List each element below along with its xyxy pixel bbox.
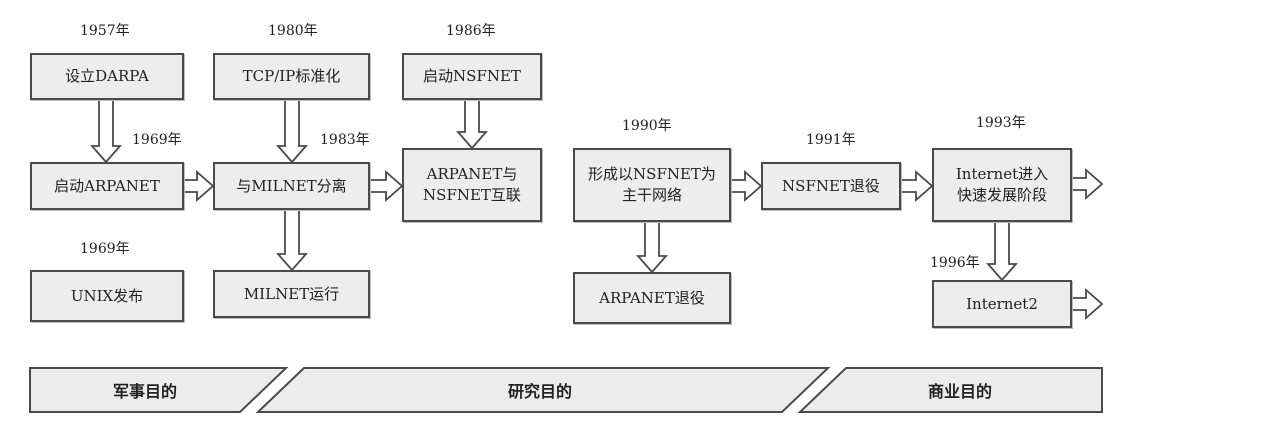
phase-label-military: 军事目的 bbox=[112, 382, 177, 401]
box-internet-fast: Internet进入 快速发展阶段 bbox=[932, 148, 1072, 222]
box-internet2: Internet2 bbox=[932, 280, 1072, 328]
year-label-1996: 1996年 bbox=[930, 255, 980, 271]
box-arpanet-retire: ARPANET退役 bbox=[573, 272, 731, 324]
year-label-1969-unix: 1969年 bbox=[80, 241, 130, 257]
arrow-nsfnet-retire-to-internet-fast bbox=[900, 170, 934, 202]
box-arpanet-start: 启动ARPANET bbox=[30, 162, 184, 210]
box-nsfnet-start: 启动NSFNET bbox=[402, 53, 542, 100]
arrow-darpa-to-arpanet bbox=[90, 99, 122, 164]
year-label-1993: 1993年 bbox=[976, 115, 1026, 131]
year-label-1983: 1983年 bbox=[320, 132, 370, 148]
box-nsfnet-retire: NSFNET退役 bbox=[761, 162, 901, 210]
box-milnet-run: MILNET运行 bbox=[213, 270, 370, 318]
year-label-1980: 1980年 bbox=[268, 23, 318, 39]
year-label-1990: 1990年 bbox=[622, 118, 672, 134]
arrow-backbone-to-nsfnet-retire bbox=[730, 170, 763, 202]
arrow-arpanet-to-milnet-split bbox=[183, 170, 215, 202]
year-label-1986: 1986年 bbox=[446, 23, 496, 39]
arrow-milnet-split-to-interconnect bbox=[369, 170, 404, 202]
arrow-milnet-split-to-milnet-run bbox=[276, 209, 308, 272]
box-arpanet-nsfnet: ARPANET与 NSFNET互联 bbox=[402, 148, 542, 222]
year-label-1957: 1957年 bbox=[80, 23, 130, 39]
phase-label-commercial: 商业目的 bbox=[927, 382, 992, 401]
year-label-1969-arpanet: 1969年 bbox=[132, 132, 182, 148]
box-unix: UNIX发布 bbox=[30, 270, 184, 322]
arrow-internet-fast-to-internet2 bbox=[986, 221, 1018, 282]
phase-label-research: 研究目的 bbox=[507, 382, 572, 401]
year-label-1991: 1991年 bbox=[806, 132, 856, 148]
arrow-backbone-to-arpanet-retire bbox=[636, 221, 668, 274]
box-tcpip: TCP/IP标准化 bbox=[213, 53, 370, 100]
arrow-internet2-out bbox=[1071, 288, 1104, 320]
arrow-tcpip-to-milnet-split bbox=[276, 99, 308, 164]
box-nsfnet-backbone: 形成以NSFNET为 主干网络 bbox=[573, 148, 731, 222]
box-darpa: 设立DARPA bbox=[30, 53, 184, 100]
arrow-internet-fast-out bbox=[1071, 168, 1104, 200]
box-milnet-split: 与MILNET分离 bbox=[213, 162, 370, 210]
arrow-nsfnet-start-to-interconnect bbox=[456, 99, 488, 150]
